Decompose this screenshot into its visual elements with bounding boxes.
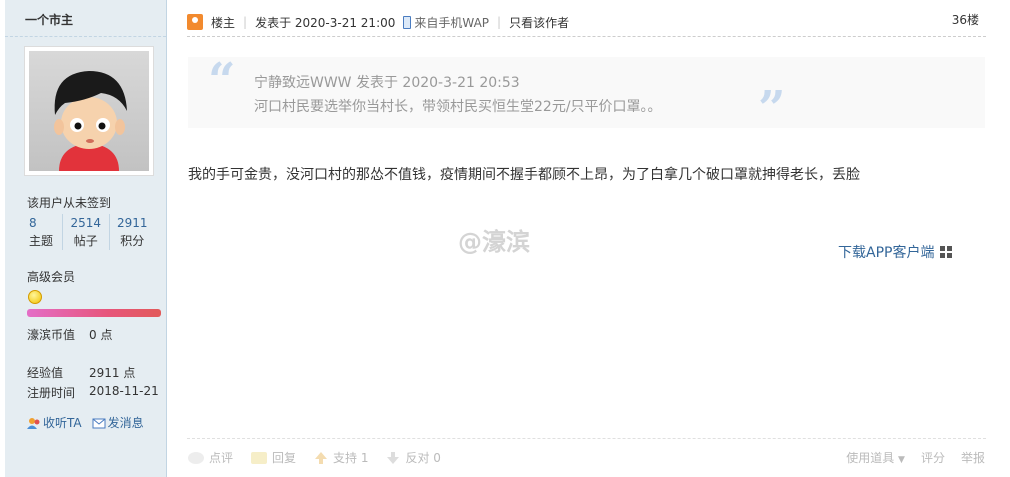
separator: | (497, 15, 502, 29)
post-source[interactable]: 来自手机WAP (414, 14, 489, 31)
oppose-button[interactable]: 反对 0 (386, 449, 441, 466)
quote-block: “ 宁静致远WWW 发表于 2020-3-21 20:53 河口村民要选举你当村… (188, 53, 985, 137)
credit-row: 濠滨币值 0 点 (27, 326, 112, 343)
credit-label: 注册时间 (27, 386, 76, 400)
mobile-phone-icon (403, 15, 412, 29)
message-label: 发消息 (107, 416, 144, 430)
stat-label: 帖子 (73, 234, 98, 248)
support-button[interactable]: 支持 1 (314, 449, 368, 466)
envelope-icon (92, 418, 106, 428)
download-app-link[interactable]: 下载APP客户端 (838, 242, 953, 262)
username-link[interactable]: 一个市主 (25, 11, 73, 28)
follow-users-icon (27, 417, 40, 429)
post-timestamp: 发表于 2020-3-21 21:00 (255, 15, 396, 30)
post-header: 楼主 | 发表于 2020-3-21 21:00 来自手机WAP | 只看该作者… (187, 11, 987, 33)
avatar-image (29, 51, 149, 171)
smiley-icon (28, 290, 42, 304)
close-quote-icon: ” (758, 81, 786, 137)
stat-value: 2911 (116, 216, 148, 230)
stat-label: 积分 (120, 234, 145, 248)
only-author-link[interactable]: 只看该作者 (509, 14, 569, 31)
quote-author-line: 宁静致远WWW 发表于 2020-3-21 20:53 (254, 75, 520, 91)
credit-value: 0 点 (89, 328, 113, 342)
stat-points[interactable]: 2911 积分 (108, 214, 156, 250)
post-tools: 使用道具 ▼ 评分 举报 (846, 449, 985, 466)
stat-posts[interactable]: 2514 帖子 (62, 214, 109, 250)
qr-code-icon (940, 246, 953, 258)
credit-value: 2911 点 (89, 366, 136, 380)
stat-label: 主题 (29, 234, 54, 248)
oppose-label: 反对 0 (405, 451, 441, 465)
avatar[interactable] (24, 46, 154, 176)
user-profile-sidebar: 一个市主 该用户从未签到 8 主题 2514 帖子 2911 积分 高级会员 濠… (5, 0, 167, 477)
open-quote-icon: “ (208, 53, 236, 109)
thumbs-up-arrow-icon (315, 451, 328, 464)
cartoon-boy-avatar-icon (54, 71, 127, 171)
thread-starter-label: 楼主 (211, 15, 236, 30)
divider (5, 36, 166, 37)
message-button[interactable]: 发消息 (92, 414, 144, 431)
caret-down-icon: ▼ (898, 455, 905, 465)
stat-value: 2514 (70, 216, 102, 230)
post-actions: 点评 回复 支持 1 反对 0 使用道具 ▼ 评分 举报 (188, 449, 985, 466)
post-content: 我的手可金贵，没河口村的那怂不值钱，疫情期间不握手都顾不上昂，为了白拿几个破口罩… (188, 167, 860, 183)
rate-button[interactable]: 评分 (921, 449, 945, 466)
credit-label: 濠滨币值 (27, 328, 76, 342)
rank-progress-bar (27, 309, 161, 317)
credit-value: 2018-11-21 (89, 384, 159, 398)
reply-button[interactable]: 回复 (251, 449, 296, 466)
comment-icon (188, 451, 204, 464)
divider (187, 36, 986, 37)
credit-label: 经验值 (27, 366, 64, 380)
support-label: 支持 1 (333, 451, 369, 465)
watermark: @濠滨 (458, 228, 530, 256)
download-app-label: 下载APP客户端 (838, 245, 935, 261)
use-tool-label: 使用道具 (846, 451, 895, 465)
stat-value: 8 (29, 216, 37, 230)
reply-label: 回复 (272, 451, 297, 465)
member-rank[interactable]: 高级会员 (27, 268, 75, 285)
thumbs-down-arrow-icon (387, 451, 400, 464)
divider (187, 438, 986, 439)
sign-status: 该用户从未签到 (27, 196, 112, 210)
user-stats: 8 主题 2514 帖子 2911 积分 (27, 214, 155, 250)
report-button[interactable]: 举报 (961, 449, 985, 466)
comment-label: 点评 (209, 451, 234, 465)
separator: | (243, 15, 248, 29)
stat-threads[interactable]: 8 主题 (27, 214, 62, 250)
user-actions: 收听TA 发消息 (27, 414, 144, 431)
floor-number[interactable]: 36楼 (952, 11, 979, 28)
credit-row: 注册时间 2018-11-21 (27, 384, 159, 401)
quote-text: 河口村民要选举你当村长，带领村民买恒生堂22元/只平价口罩。。 (254, 99, 662, 115)
follow-label: 收听TA (43, 416, 82, 430)
thread-starter-icon (187, 14, 203, 30)
reply-icon (251, 451, 268, 464)
credit-row: 经验值 2911 点 (27, 364, 135, 381)
follow-button[interactable]: 收听TA (27, 414, 82, 431)
use-tool-menu[interactable]: 使用道具 ▼ (846, 449, 905, 466)
comment-button[interactable]: 点评 (188, 449, 233, 466)
